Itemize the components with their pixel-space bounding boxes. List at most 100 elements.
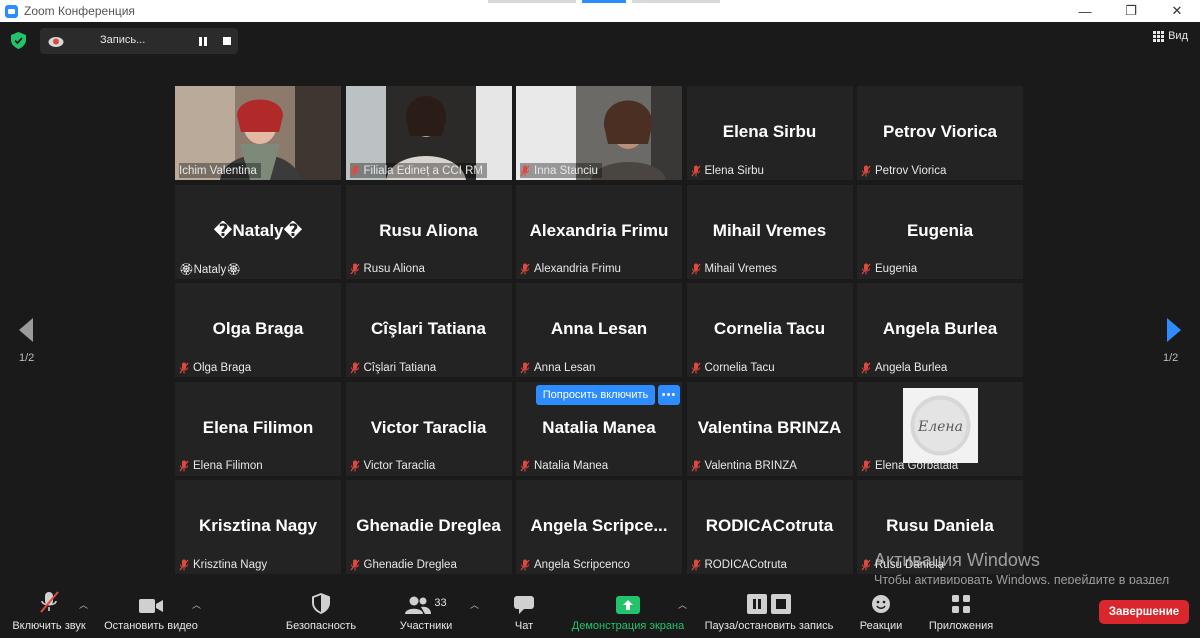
close-button[interactable]: ✕ bbox=[1154, 0, 1200, 22]
participant-tile[interactable]: Anna Lesan Anna Lesan bbox=[516, 283, 682, 377]
share-options-caret-icon[interactable]: ︿ bbox=[678, 598, 687, 611]
minimize-button[interactable]: — bbox=[1062, 0, 1108, 22]
participant-tile[interactable]: Angela Scripce... Angela Scripcenco bbox=[516, 480, 682, 574]
recording-label: Запись... bbox=[100, 34, 146, 46]
participant-name: Victor Taraclia bbox=[363, 460, 436, 472]
ask-to-unmute-button[interactable]: Попросить включить bbox=[536, 385, 655, 405]
muted-mic-icon bbox=[861, 559, 871, 570]
participant-name-label: Filiala Edineț a CCI RM bbox=[349, 163, 488, 178]
cloud-recording-icon bbox=[48, 37, 64, 47]
recording-indicator: Запись... bbox=[40, 28, 238, 54]
unmute-label: Включить звук bbox=[12, 620, 86, 632]
participant-name: Cornelia Tacu bbox=[704, 361, 775, 374]
participant-tile[interactable]: Mihail Vremes Mihail Vremes bbox=[686, 184, 853, 279]
view-button[interactable]: Вид bbox=[1153, 30, 1188, 42]
participant-name-label: Angela Burlea bbox=[861, 360, 947, 375]
muted-mic-icon bbox=[520, 559, 530, 570]
video-options-caret-icon[interactable]: ︿ bbox=[192, 598, 201, 611]
participant-name: Ichim Valentina bbox=[179, 164, 257, 177]
audio-options-caret-icon[interactable]: ︿ bbox=[79, 598, 88, 611]
previous-page-arrow-icon[interactable] bbox=[16, 316, 36, 344]
participant-name: Angela Scripcenco bbox=[534, 558, 630, 571]
participant-tile[interactable]: Krisztina Nagy Krisztina Nagy bbox=[175, 480, 341, 574]
participant-name-label: Valentina BRINZA bbox=[691, 459, 797, 474]
participant-tile[interactable]: Cornelia Tacu Cornelia Tacu bbox=[686, 283, 853, 377]
participant-name-label: Anna Lesan bbox=[520, 360, 595, 375]
participant-name: Natalia Manea bbox=[534, 460, 609, 472]
participants-button[interactable]: 33 Участники bbox=[392, 584, 460, 638]
participant-name-label: Olga Braga bbox=[179, 360, 251, 375]
maximize-button[interactable]: ❐ bbox=[1108, 0, 1154, 22]
participant-tile[interactable]: Inna Stanciu bbox=[516, 86, 682, 180]
muted-mic-icon bbox=[861, 165, 871, 176]
participant-tile[interactable]: Filiala Edineț a CCI RM bbox=[345, 86, 512, 180]
share-screen-button[interactable]: Демонстрация экрана bbox=[566, 584, 690, 638]
end-meeting-button[interactable]: Завершение bbox=[1099, 600, 1189, 624]
participant-tile[interactable]: �Nataly� 🏵Nataly🏵 bbox=[175, 184, 341, 279]
participant-tile[interactable]: Alexandria Frimu Alexandria Frimu bbox=[516, 184, 682, 279]
participant-display-name: Elena Sirbu bbox=[722, 122, 817, 141]
muted-mic-icon bbox=[350, 460, 359, 472]
participant-tile[interactable]: Ghenadie Dreglea Ghenadie Dreglea bbox=[345, 480, 512, 574]
participant-name-label: Cornelia Tacu bbox=[691, 360, 775, 375]
encryption-shield-icon[interactable] bbox=[11, 32, 26, 49]
participant-tile[interactable]: Angela Burlea Angela Burlea bbox=[857, 283, 1023, 377]
participant-tile[interactable]: Ichim Valentina bbox=[175, 86, 341, 180]
pause-stop-recording-button[interactable]: Пауза/остановить запись bbox=[700, 584, 838, 638]
participant-name-label: Inna Stanciu bbox=[520, 163, 602, 178]
next-page-arrow-icon[interactable] bbox=[1164, 316, 1184, 344]
participant-tile[interactable]: Olga Braga Olga Braga bbox=[175, 283, 341, 377]
unmute-button[interactable]: Включить звук bbox=[8, 584, 90, 638]
muted-mic-icon bbox=[520, 165, 530, 176]
participant-name: 🏵Nataly🏵 bbox=[179, 264, 241, 276]
participants-label: Участники bbox=[399, 620, 453, 632]
participant-tile[interactable]: Petrov Viorica Petrov Viorica bbox=[857, 86, 1023, 180]
watermark-title: Активация Windows bbox=[874, 550, 1040, 570]
participant-display-name: RODICACotruta bbox=[705, 516, 834, 535]
apps-button[interactable]: Приложения bbox=[922, 584, 1000, 638]
security-button[interactable]: Безопасность bbox=[282, 584, 360, 638]
participant-display-name: Victor Taraclia bbox=[370, 417, 487, 437]
muted-mic-icon bbox=[861, 460, 871, 472]
participant-name: Angela Burlea bbox=[875, 361, 948, 374]
participant-tile[interactable]: Elena Filimon Elena Filimon bbox=[175, 381, 341, 476]
participant-name: Ghenadie Dreglea bbox=[363, 558, 457, 571]
svg-text:Елена: Елена bbox=[917, 419, 963, 435]
participant-name: Petrov Viorica bbox=[875, 164, 947, 177]
participant-name-label: Eugenia bbox=[861, 262, 917, 277]
participant-display-name: Olga Braga bbox=[212, 319, 304, 338]
participants-options-caret-icon[interactable]: ︿ bbox=[470, 598, 479, 611]
window-title: Zoom Конференция bbox=[24, 4, 135, 18]
muted-mic-icon bbox=[520, 362, 530, 373]
participant-display-name: Eugenia bbox=[906, 220, 974, 240]
top-handle-bar bbox=[488, 0, 720, 3]
participant-tile[interactable]: Eugenia Eugenia bbox=[857, 184, 1023, 279]
participant-name: Inna Stanciu bbox=[534, 164, 598, 177]
chat-button[interactable]: Чат bbox=[508, 584, 540, 638]
participant-display-name: Cornelia Tacu bbox=[713, 319, 826, 338]
muted-mic-icon bbox=[179, 460, 189, 472]
participant-tile[interactable]: Rusu Aliona Rusu Aliona bbox=[345, 184, 512, 279]
participant-name-label: Elena Sirbu bbox=[691, 163, 764, 178]
reactions-smiley-icon bbox=[872, 595, 890, 613]
reactions-button[interactable]: Реакции bbox=[854, 584, 908, 638]
participant-tile[interactable]: Елена Elena Gorbataia bbox=[857, 381, 1023, 476]
participant-name-label: Krisztina Nagy bbox=[179, 557, 267, 572]
stop-video-button[interactable]: Остановить видео bbox=[100, 584, 202, 638]
participant-name-label: 🏵Nataly🏵 bbox=[179, 262, 241, 277]
participant-name: Elena Gorbataia bbox=[875, 460, 959, 472]
participant-display-name: Petrov Viorica bbox=[882, 122, 998, 141]
pause-recording-button[interactable] bbox=[192, 28, 214, 54]
security-label: Безопасность bbox=[285, 620, 357, 632]
participant-display-name: Angela Burlea bbox=[882, 319, 998, 338]
more-options-button[interactable]: ••• bbox=[658, 385, 680, 405]
participant-tile[interactable]: Elena Sirbu Elena Sirbu bbox=[686, 86, 853, 180]
participant-name: Cîşlari Tatiana bbox=[363, 361, 437, 374]
participant-name-label: Mihail Vremes bbox=[691, 262, 777, 277]
participant-tile[interactable]: Cîşlari Tatiana Cîşlari Tatiana bbox=[345, 283, 512, 377]
participant-tile[interactable]: Valentina BRINZA Valentina BRINZA bbox=[686, 381, 853, 476]
participant-tile[interactable]: RODICACotruta RODICACotruta bbox=[686, 480, 853, 574]
participant-tile[interactable]: Victor Taraclia Victor Taraclia bbox=[345, 381, 512, 476]
zoom-app-icon bbox=[5, 4, 18, 18]
stop-recording-button[interactable] bbox=[216, 28, 238, 54]
